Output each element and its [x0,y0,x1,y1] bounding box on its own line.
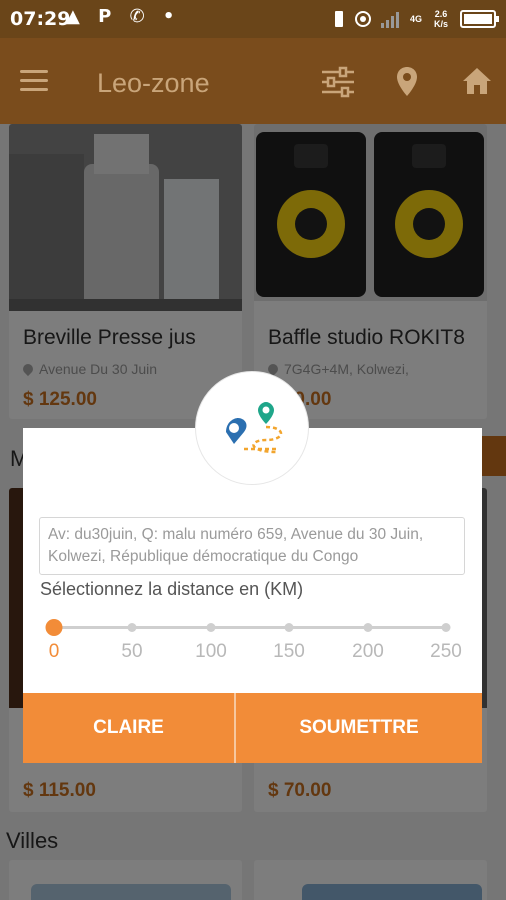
route-logo [195,371,309,485]
vibrate-icon [334,11,343,27]
signal-icon [380,12,399,28]
home-icon[interactable] [462,66,492,96]
location-icon[interactable] [396,66,418,98]
slider-tick-label: 50 [121,641,143,662]
status-time: 07:29 [10,8,71,30]
app-title: Leo-zone [97,68,210,98]
slider-tick-label: 150 [273,641,305,662]
slider-tick [127,623,137,632]
route-icon [226,402,283,454]
distance-slider[interactable] [45,619,451,636]
clear-button[interactable]: CLAIRE [23,693,234,763]
wifi-hotspot-icon [354,11,371,27]
app-bar: Leo-zone [0,38,506,124]
slider-tick-label: 250 [430,641,462,662]
slider-track [54,626,446,629]
distance-label: Sélectionnez la distance en (KM) [40,579,304,599]
filter-icon[interactable] [320,66,356,98]
slider-thumb[interactable] [45,619,63,636]
slider-tick [441,623,451,632]
status-bar: 07:29 ▲ P ✆ • 4G 2.6 K/s [0,0,506,38]
slider-tick-label: 100 [195,641,227,662]
slider-tick [284,623,294,632]
slider-tick-label: 200 [352,641,384,662]
submit-button[interactable]: SOUMETTRE [236,693,482,763]
menu-icon[interactable] [20,70,48,92]
slider-tick-label: 0 [48,641,60,662]
network-type: 4G [409,14,422,24]
slider-tick [363,623,373,632]
status-right-icons: 4G 2.6 K/s [332,6,499,32]
slider-tick [206,623,216,632]
address-field[interactable]: Av: du30juin, Q: malu numéro 659, Avenue… [39,517,465,575]
network-speed: 2.6 K/s [433,9,448,29]
battery-icon [460,10,499,28]
notification-icons: ▲ P ✆ • [66,6,181,27]
